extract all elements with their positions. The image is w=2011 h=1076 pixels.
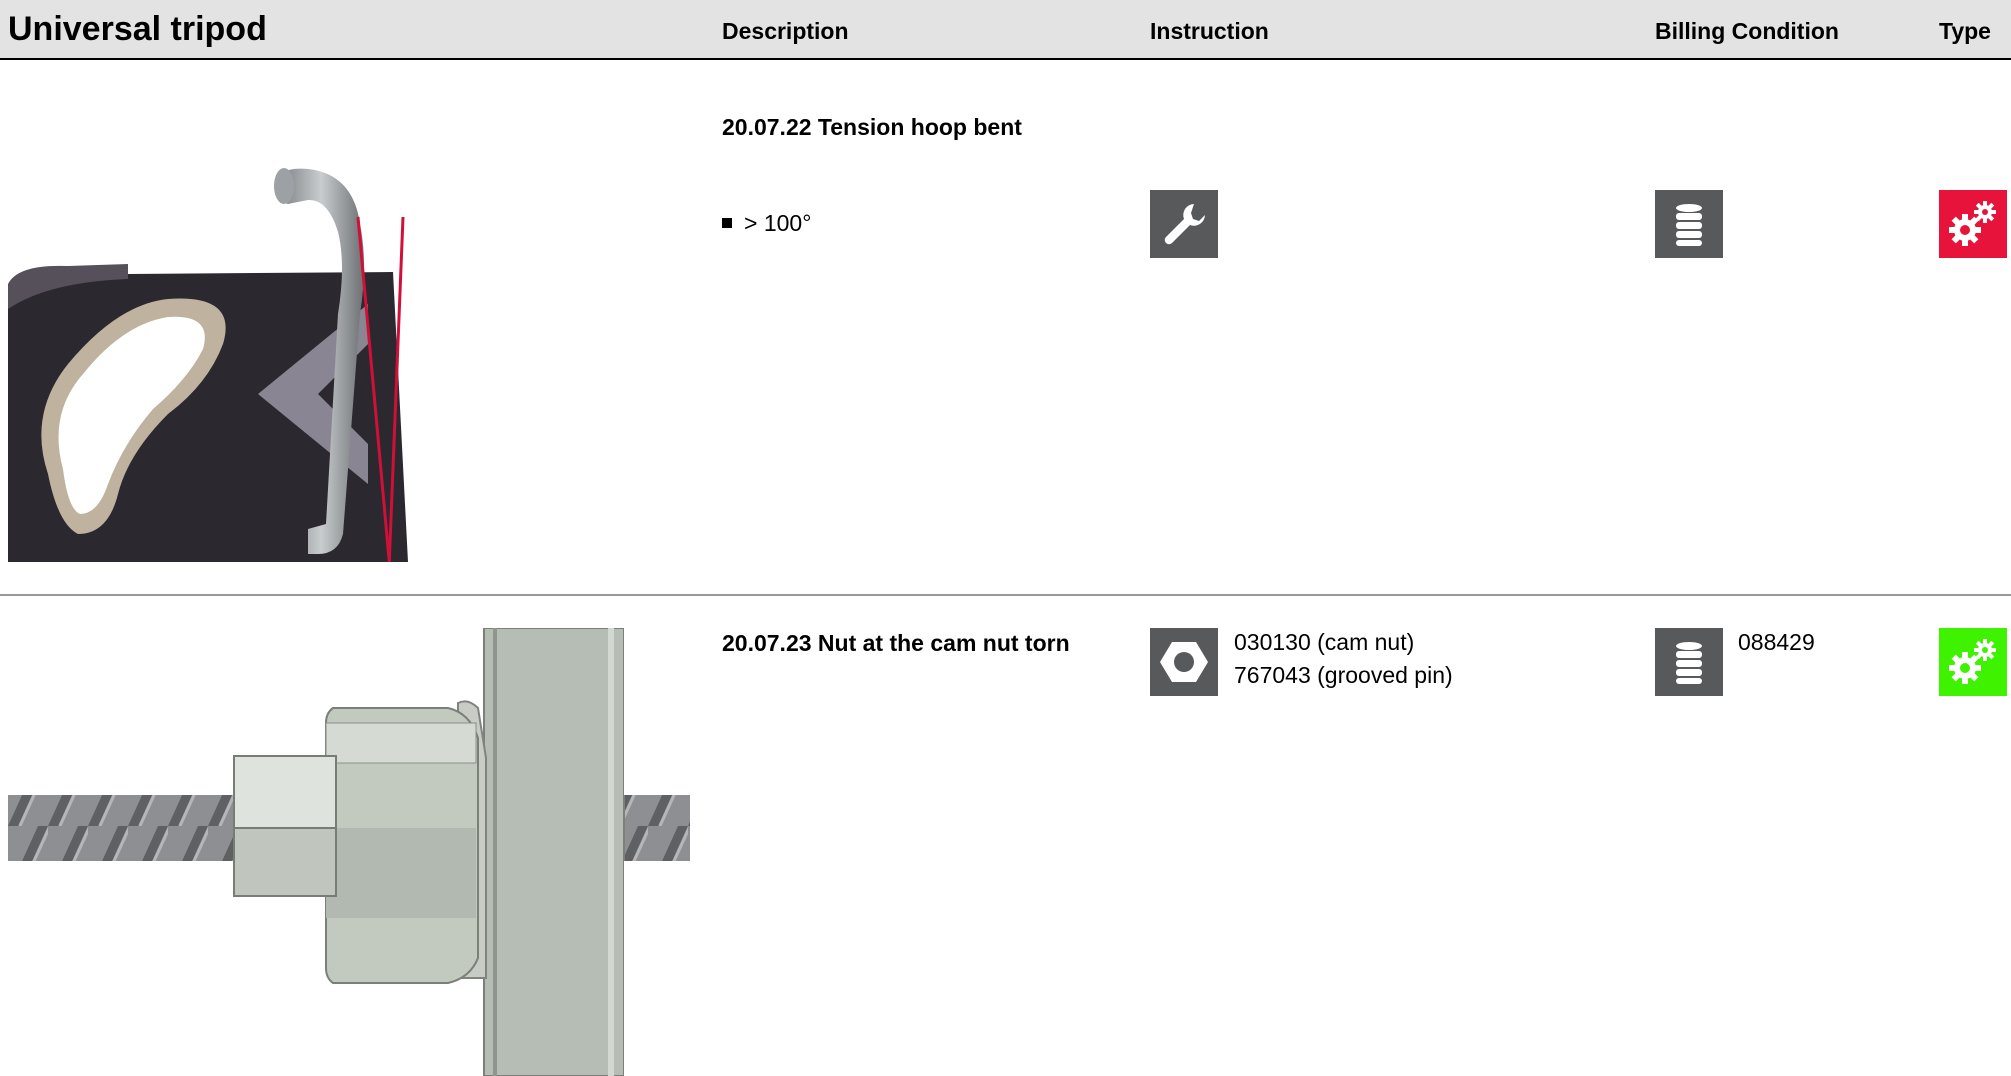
coin-stack-icon	[1655, 628, 1723, 696]
wrench-icon	[1150, 190, 1218, 258]
defect-title: 20.07.23 Nut at the cam nut torn	[722, 630, 1070, 656]
gears-icon	[1939, 190, 2007, 258]
page-title: Universal tripod	[8, 10, 267, 48]
table-row: 20.07.23 Nut at the cam nut torn 030130 …	[0, 598, 2011, 1076]
cam-nut-render	[8, 628, 690, 1076]
column-header-type: Type	[1939, 18, 1991, 44]
nut-icon	[1150, 628, 1218, 696]
tension-hoop-photo	[8, 114, 438, 562]
bullet-square-icon	[722, 217, 732, 228]
spare-part-line: 767043 (grooved pin)	[1234, 662, 1453, 688]
bullet-item: > 100°	[722, 210, 811, 237]
gears-icon	[1939, 628, 2007, 696]
billing-code: 088429	[1738, 629, 1815, 655]
column-header-billing-condition: Billing Condition	[1655, 18, 1839, 44]
spare-part-line: 030130 (cam nut)	[1234, 629, 1415, 655]
column-header-description: Description	[722, 18, 849, 44]
table-header: Universal tripod Description Instruction…	[0, 0, 2011, 60]
defect-title: 20.07.22 Tension hoop bent	[722, 114, 1022, 140]
table-row: 20.07.22 Tension hoop bent > 100°	[0, 62, 2011, 596]
coin-stack-icon	[1655, 190, 1723, 258]
column-header-instruction: Instruction	[1150, 18, 1269, 44]
bullet-text: > 100°	[744, 210, 812, 236]
